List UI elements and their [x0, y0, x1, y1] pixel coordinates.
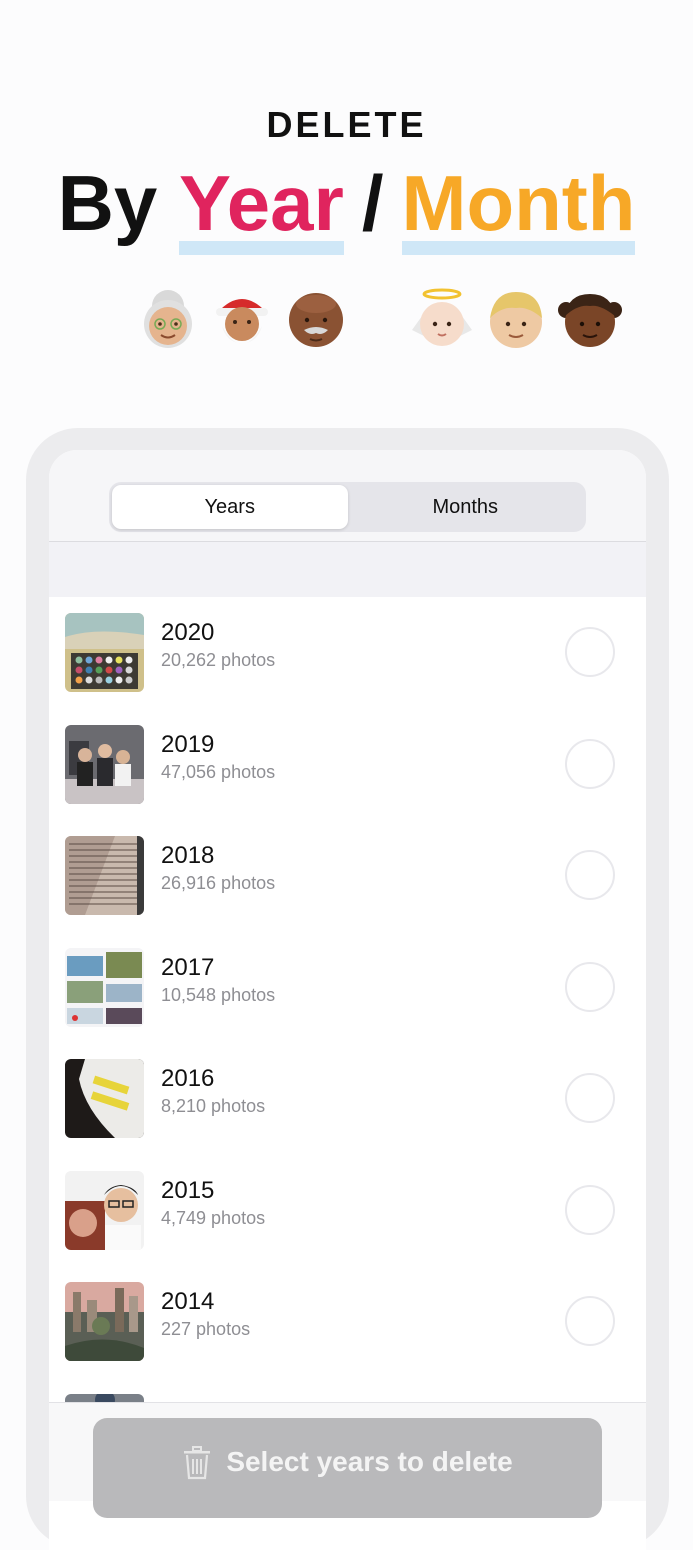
delete-selected-button[interactable]: Select years to delete [93, 1418, 602, 1518]
year-label: 2016 [161, 1065, 215, 1092]
section-spacer [49, 542, 646, 597]
segment-bar: Years Months [49, 450, 646, 542]
tab-years[interactable]: Years [112, 485, 348, 529]
select-circle[interactable] [565, 1184, 615, 1235]
select-circle[interactable] [565, 1073, 615, 1123]
city-aerial-thumbnail [65, 1282, 144, 1361]
yellow-tags-thumbnail [65, 1059, 144, 1138]
select-circle[interactable] [565, 850, 615, 900]
years-months-segmented-control: Years Months [109, 482, 586, 532]
baby-angel-emoji-icon [408, 286, 476, 354]
year-label: 2017 [161, 953, 215, 981]
headline-month: Month [401, 159, 636, 255]
photo-count: 227 photos [161, 1319, 251, 1339]
year-label: 2018 [161, 842, 215, 869]
year-row[interactable]: 2014 227 photos [49, 1266, 646, 1378]
emoji-row-kids [408, 286, 624, 354]
year-row[interactable]: 2018 26,916 photos [49, 820, 646, 932]
delete-button-label: Select years to delete [226, 1446, 513, 1477]
year-label: 2020 [161, 619, 215, 646]
trash-icon [182, 1446, 212, 1480]
year-row[interactable]: 2016 8,210 photos [49, 1043, 646, 1155]
landscape-collage-thumbnail [65, 947, 144, 1027]
select-circle[interactable] [565, 961, 615, 1012]
beach-palette-thumbnail [65, 613, 144, 692]
year-label: 2019 [161, 730, 215, 758]
photo-count: 10,548 photos [161, 984, 276, 1005]
year-row[interactable]: 2017 10,548 photos [49, 932, 646, 1044]
headline-by: By [57, 159, 158, 247]
emoji-row-elders [134, 286, 350, 354]
select-circle[interactable] [565, 738, 615, 789]
photo-count: 8,210 photos [161, 1096, 266, 1116]
year-label: 2015 [161, 1176, 215, 1204]
boy-emoji-icon [482, 286, 550, 354]
year-row[interactable]: 2015 4,749 photos [49, 1155, 646, 1267]
select-circle[interactable] [565, 627, 615, 677]
santa-emoji-icon [208, 286, 276, 354]
photo-count: 47,056 photos [161, 761, 276, 782]
selfie-thumbnail [65, 1170, 144, 1250]
app-screen: Years Months 2020 20,262 photos 2019 47,… [49, 450, 646, 1550]
year-label: 2014 [161, 1288, 215, 1315]
year-row[interactable]: 2019 47,056 photos [49, 709, 646, 821]
tab-months[interactable]: Months [348, 485, 584, 529]
old-woman-emoji-icon [134, 286, 202, 354]
photo-count: 26,916 photos [161, 873, 276, 893]
headline-slash: / [361, 159, 384, 247]
old-man-emoji-icon [282, 286, 350, 354]
promo-kicker: DELETE [266, 104, 427, 145]
photo-count: 20,262 photos [161, 650, 276, 670]
headline-year: Year [178, 159, 344, 255]
photo-count: 4,749 photos [161, 1207, 266, 1228]
year-list: 2020 20,262 photos 2019 47,056 photos 20… [49, 597, 646, 1473]
group-photo-thumbnail [65, 724, 144, 804]
select-circle[interactable] [565, 1296, 615, 1346]
promo-headline: By Year / Month [0, 158, 693, 255]
girl-emoji-icon [556, 286, 624, 354]
book-page-thumbnail [65, 836, 144, 915]
year-row[interactable]: 2020 20,262 photos [49, 597, 646, 709]
